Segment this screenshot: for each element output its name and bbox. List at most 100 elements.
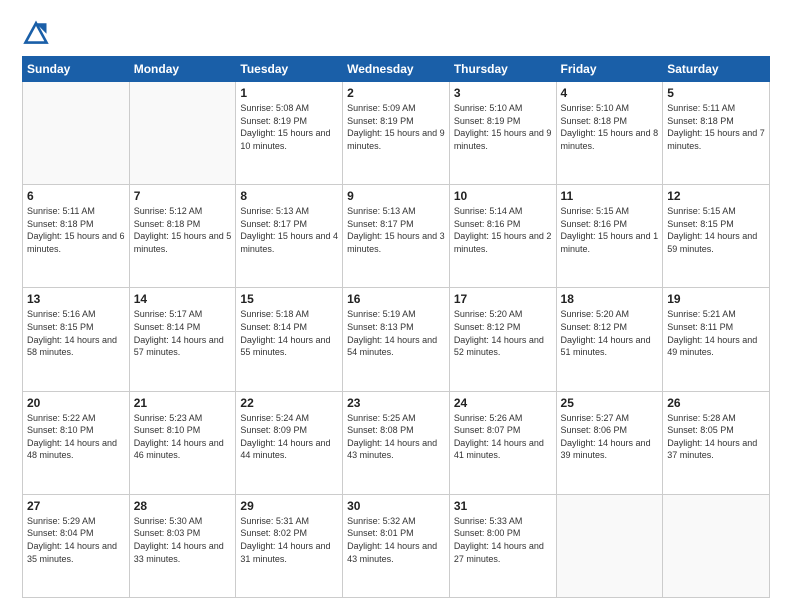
day-number: 26 [667, 396, 765, 410]
day-info: Sunrise: 5:16 AMSunset: 8:15 PMDaylight:… [27, 308, 125, 358]
day-info: Sunrise: 5:31 AMSunset: 8:02 PMDaylight:… [240, 515, 338, 565]
day-number: 28 [134, 499, 232, 513]
calendar-cell: 23 Sunrise: 5:25 AMSunset: 8:08 PMDayligh… [343, 391, 450, 494]
calendar-cell: 3 Sunrise: 5:10 AMSunset: 8:19 PMDaylight… [449, 82, 556, 185]
calendar-cell: 24 Sunrise: 5:26 AMSunset: 8:07 PMDayligh… [449, 391, 556, 494]
day-info: Sunrise: 5:15 AMSunset: 8:16 PMDaylight:… [561, 205, 659, 255]
day-number: 11 [561, 189, 659, 203]
day-number: 14 [134, 292, 232, 306]
calendar-cell: 5 Sunrise: 5:11 AMSunset: 8:18 PMDaylight… [663, 82, 770, 185]
day-info: Sunrise: 5:25 AMSunset: 8:08 PMDaylight:… [347, 412, 445, 462]
day-number: 8 [240, 189, 338, 203]
day-number: 7 [134, 189, 232, 203]
day-number: 18 [561, 292, 659, 306]
day-info: Sunrise: 5:11 AMSunset: 8:18 PMDaylight:… [27, 205, 125, 255]
day-info: Sunrise: 5:11 AMSunset: 8:18 PMDaylight:… [667, 102, 765, 152]
day-number: 15 [240, 292, 338, 306]
calendar-week-4: 20Sunrise: 5:22 AMSunset: 8:10 PMDayligh… [23, 391, 770, 494]
day-number: 9 [347, 189, 445, 203]
day-info: Sunrise: 5:13 AMSunset: 8:17 PMDaylight:… [347, 205, 445, 255]
day-number: 4 [561, 86, 659, 100]
calendar-cell: 20Sunrise: 5:22 AMSunset: 8:10 PMDayligh… [23, 391, 130, 494]
day-info: Sunrise: 5:15 AMSunset: 8:15 PMDaylight:… [667, 205, 765, 255]
calendar-cell: 30 Sunrise: 5:32 AMSunset: 8:01 PMDayligh… [343, 494, 450, 597]
calendar-table: SundayMondayTuesdayWednesdayThursdayFrid… [22, 56, 770, 598]
calendar-week-1: 1Sunrise: 5:08 AMSunset: 8:19 PMDaylight… [23, 82, 770, 185]
weekday-thursday: Thursday [449, 57, 556, 82]
day-number: 20 [27, 396, 125, 410]
calendar-cell: 4 Sunrise: 5:10 AMSunset: 8:18 PMDaylight… [556, 82, 663, 185]
calendar-cell: 11 Sunrise: 5:15 AMSunset: 8:16 PMDayligh… [556, 185, 663, 288]
calendar-cell: 13 Sunrise: 5:16 AMSunset: 8:15 PMDayligh… [23, 288, 130, 391]
weekday-header: SundayMondayTuesdayWednesdayThursdayFrid… [23, 57, 770, 82]
day-number: 24 [454, 396, 552, 410]
calendar-cell: 1Sunrise: 5:08 AMSunset: 8:19 PMDaylight… [236, 82, 343, 185]
weekday-tuesday: Tuesday [236, 57, 343, 82]
calendar-cell: 27 Sunrise: 5:29 AMSunset: 8:04 PMDayligh… [23, 494, 130, 597]
day-info: Sunrise: 5:23 AMSunset: 8:10 PMDaylight:… [134, 412, 232, 462]
day-info: Sunrise: 5:08 AMSunset: 8:19 PMDaylight:… [240, 102, 338, 152]
calendar-cell: 25Sunrise: 5:27 AMSunset: 8:06 PMDayligh… [556, 391, 663, 494]
day-number: 3 [454, 86, 552, 100]
calendar-cell: 2Sunrise: 5:09 AMSunset: 8:19 PMDaylight… [343, 82, 450, 185]
day-info: Sunrise: 5:29 AMSunset: 8:04 PMDaylight:… [27, 515, 125, 565]
day-number: 10 [454, 189, 552, 203]
calendar-cell: 10 Sunrise: 5:14 AMSunset: 8:16 PMDayligh… [449, 185, 556, 288]
calendar-cell [23, 82, 130, 185]
day-info: Sunrise: 5:18 AMSunset: 8:14 PMDaylight:… [240, 308, 338, 358]
day-info: Sunrise: 5:20 AMSunset: 8:12 PMDaylight:… [454, 308, 552, 358]
calendar-cell: 21Sunrise: 5:23 AMSunset: 8:10 PMDayligh… [129, 391, 236, 494]
calendar-cell: 7 Sunrise: 5:12 AMSunset: 8:18 PMDaylight… [129, 185, 236, 288]
calendar-cell [556, 494, 663, 597]
calendar-week-5: 27 Sunrise: 5:29 AMSunset: 8:04 PMDayligh… [23, 494, 770, 597]
day-info: Sunrise: 5:20 AMSunset: 8:12 PMDaylight:… [561, 308, 659, 358]
calendar-cell [663, 494, 770, 597]
calendar-cell: 9 Sunrise: 5:13 AMSunset: 8:17 PMDaylight… [343, 185, 450, 288]
day-number: 29 [240, 499, 338, 513]
day-number: 16 [347, 292, 445, 306]
day-number: 19 [667, 292, 765, 306]
calendar-cell: 17 Sunrise: 5:20 AMSunset: 8:12 PMDayligh… [449, 288, 556, 391]
day-number: 22 [240, 396, 338, 410]
page: SundayMondayTuesdayWednesdayThursdayFrid… [0, 0, 792, 612]
day-number: 12 [667, 189, 765, 203]
logo-icon [22, 18, 50, 46]
day-info: Sunrise: 5:21 AMSunset: 8:11 PMDaylight:… [667, 308, 765, 358]
day-info: Sunrise: 5:09 AMSunset: 8:19 PMDaylight:… [347, 102, 445, 152]
day-number: 6 [27, 189, 125, 203]
calendar-cell: 29 Sunrise: 5:31 AMSunset: 8:02 PMDayligh… [236, 494, 343, 597]
calendar-cell: 26 Sunrise: 5:28 AMSunset: 8:05 PMDayligh… [663, 391, 770, 494]
calendar-cell: 22 Sunrise: 5:24 AMSunset: 8:09 PMDayligh… [236, 391, 343, 494]
weekday-monday: Monday [129, 57, 236, 82]
day-info: Sunrise: 5:26 AMSunset: 8:07 PMDaylight:… [454, 412, 552, 462]
day-info: Sunrise: 5:19 AMSunset: 8:13 PMDaylight:… [347, 308, 445, 358]
day-number: 27 [27, 499, 125, 513]
day-info: Sunrise: 5:13 AMSunset: 8:17 PMDaylight:… [240, 205, 338, 255]
day-info: Sunrise: 5:10 AMSunset: 8:19 PMDaylight:… [454, 102, 552, 152]
day-info: Sunrise: 5:14 AMSunset: 8:16 PMDaylight:… [454, 205, 552, 255]
day-info: Sunrise: 5:28 AMSunset: 8:05 PMDaylight:… [667, 412, 765, 462]
calendar-body: 1Sunrise: 5:08 AMSunset: 8:19 PMDaylight… [23, 82, 770, 598]
calendar-cell: 31 Sunrise: 5:33 AMSunset: 8:00 PMDayligh… [449, 494, 556, 597]
weekday-friday: Friday [556, 57, 663, 82]
day-info: Sunrise: 5:32 AMSunset: 8:01 PMDaylight:… [347, 515, 445, 565]
logo [22, 18, 52, 46]
day-info: Sunrise: 5:33 AMSunset: 8:00 PMDaylight:… [454, 515, 552, 565]
day-info: Sunrise: 5:12 AMSunset: 8:18 PMDaylight:… [134, 205, 232, 255]
weekday-wednesday: Wednesday [343, 57, 450, 82]
day-info: Sunrise: 5:30 AMSunset: 8:03 PMDaylight:… [134, 515, 232, 565]
day-info: Sunrise: 5:10 AMSunset: 8:18 PMDaylight:… [561, 102, 659, 152]
day-info: Sunrise: 5:24 AMSunset: 8:09 PMDaylight:… [240, 412, 338, 462]
calendar-cell: 14Sunrise: 5:17 AMSunset: 8:14 PMDayligh… [129, 288, 236, 391]
calendar-week-3: 13 Sunrise: 5:16 AMSunset: 8:15 PMDayligh… [23, 288, 770, 391]
day-number: 25 [561, 396, 659, 410]
calendar-cell: 16 Sunrise: 5:19 AMSunset: 8:13 PMDayligh… [343, 288, 450, 391]
calendar-cell: 28 Sunrise: 5:30 AMSunset: 8:03 PMDayligh… [129, 494, 236, 597]
day-number: 23 [347, 396, 445, 410]
day-number: 31 [454, 499, 552, 513]
day-number: 13 [27, 292, 125, 306]
day-number: 5 [667, 86, 765, 100]
calendar-week-2: 6 Sunrise: 5:11 AMSunset: 8:18 PMDaylight… [23, 185, 770, 288]
day-number: 30 [347, 499, 445, 513]
day-number: 17 [454, 292, 552, 306]
